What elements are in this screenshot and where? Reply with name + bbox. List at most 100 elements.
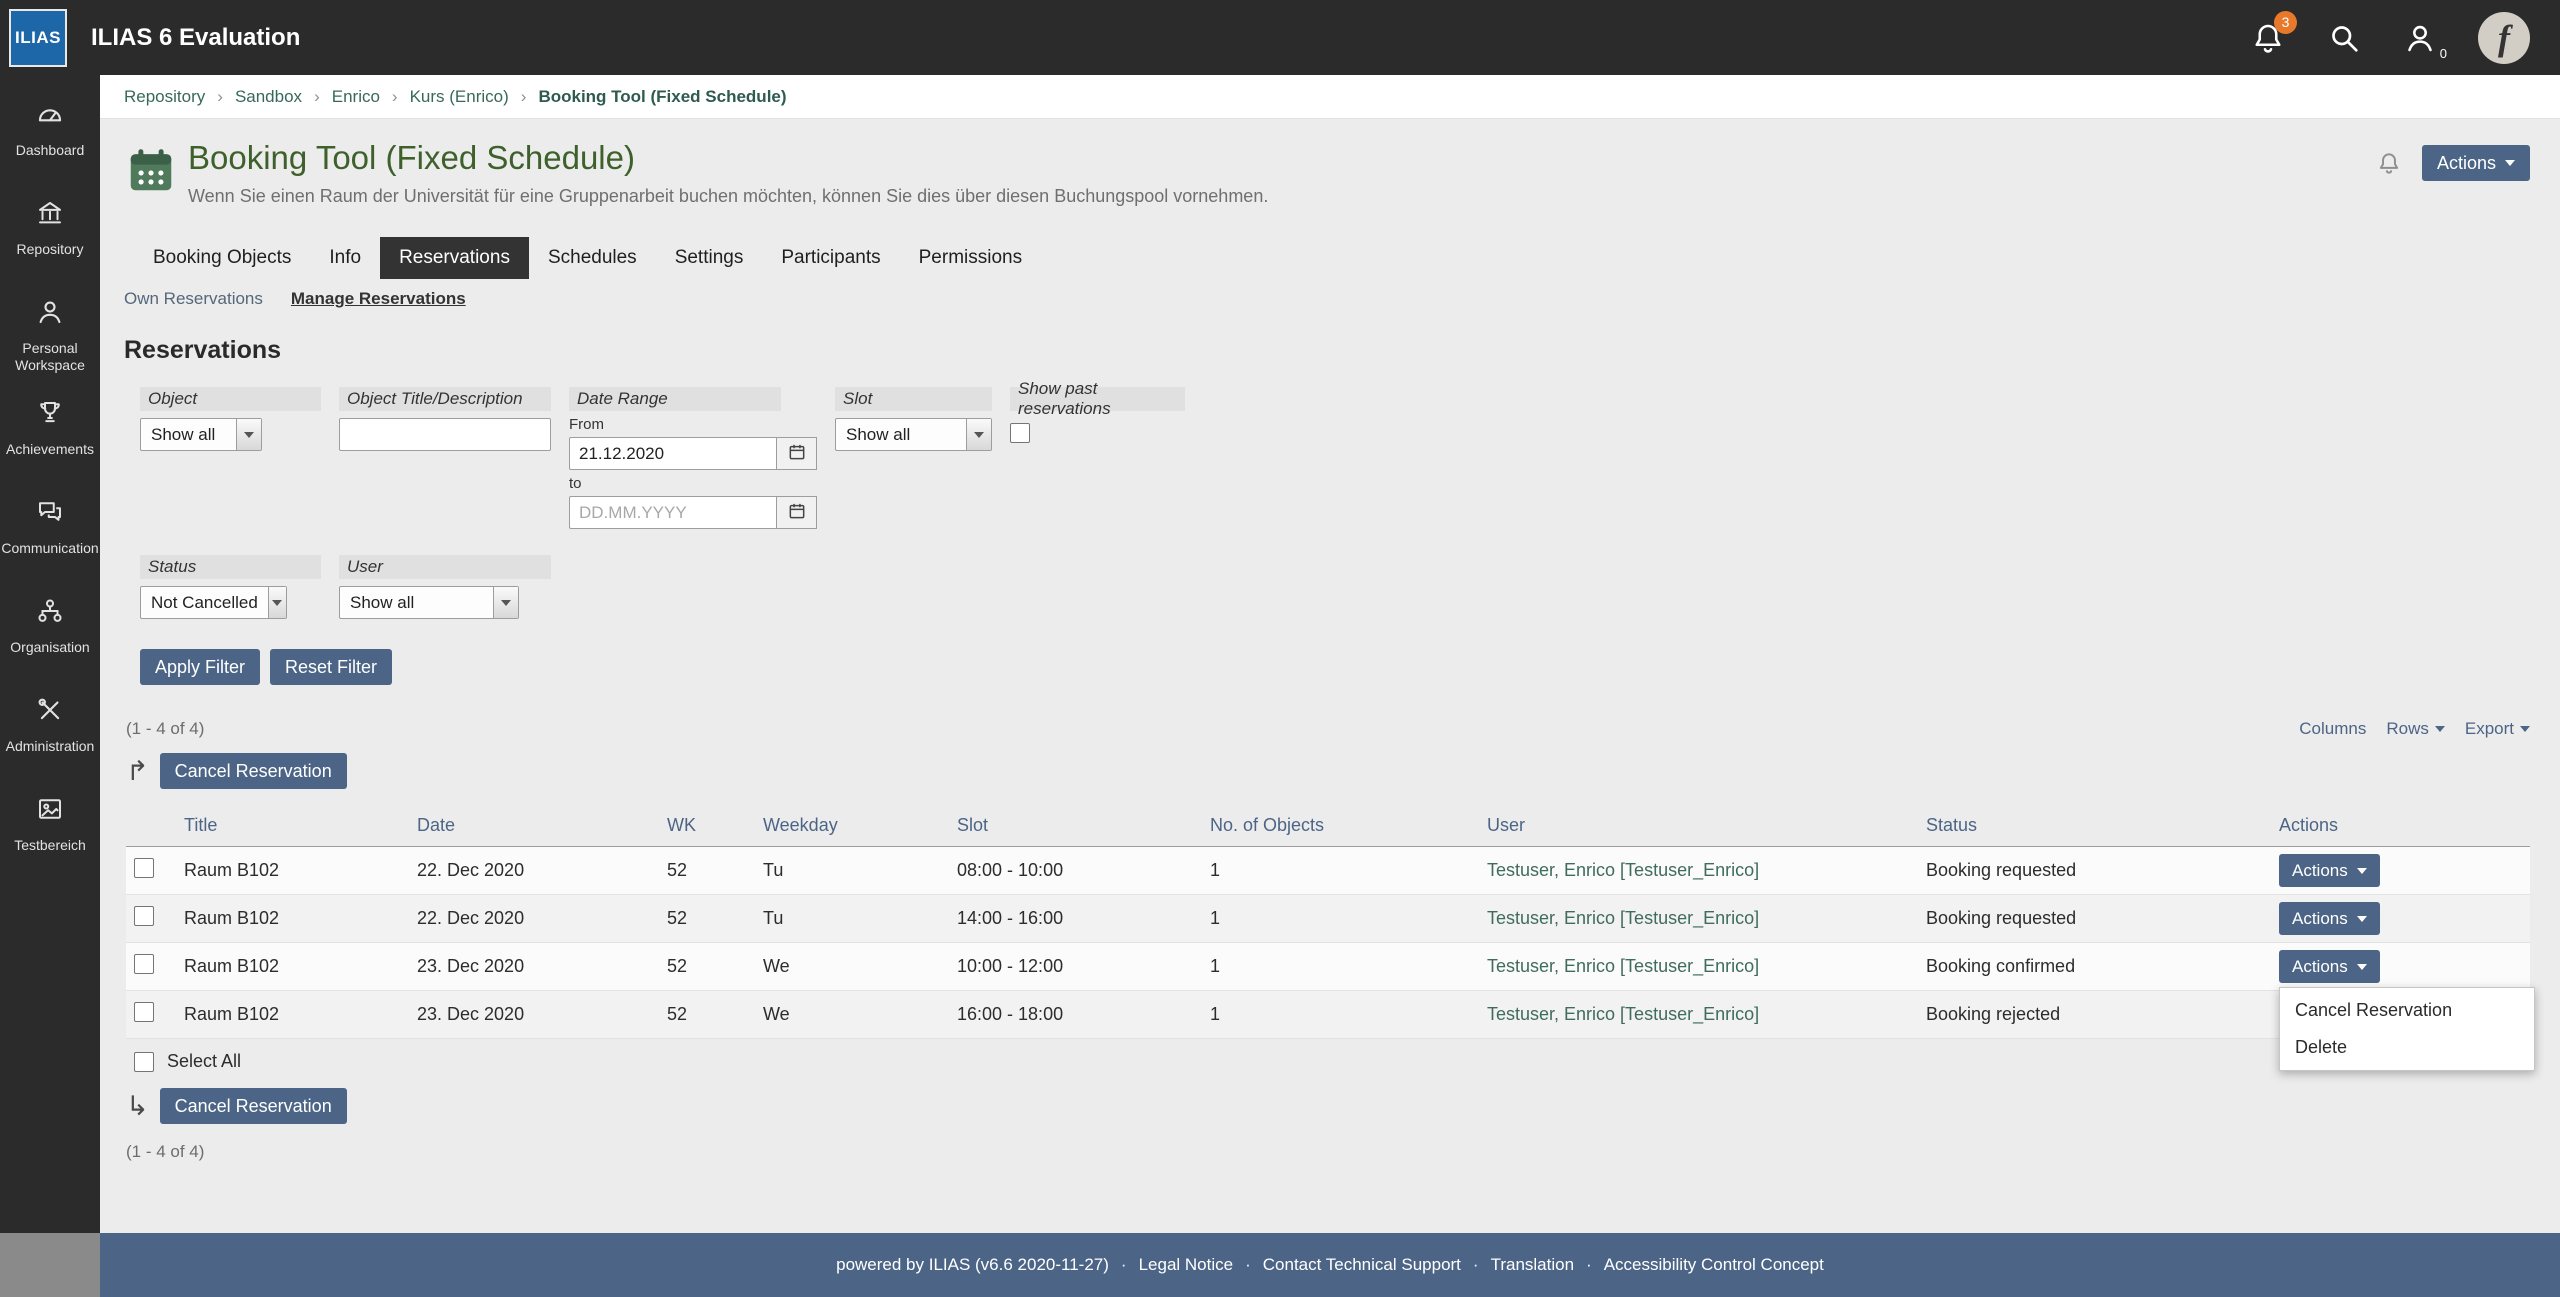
menu-item-delete[interactable]: Delete bbox=[2280, 1029, 2534, 1066]
footer-link-accessibility[interactable]: Accessibility Control Concept bbox=[1604, 1255, 1824, 1275]
row-checkbox[interactable] bbox=[134, 1002, 154, 1022]
reset-filter-button[interactable]: Reset Filter bbox=[270, 649, 393, 685]
user-filter-select[interactable]: Show all bbox=[339, 586, 519, 619]
date-to-input[interactable] bbox=[569, 496, 776, 529]
date-from-calendar-button[interactable] bbox=[776, 437, 817, 470]
status-filter-select[interactable]: Not Cancelled bbox=[140, 586, 287, 619]
breadcrumb-item-repository[interactable]: Repository bbox=[124, 87, 205, 107]
row-checkbox[interactable] bbox=[134, 954, 154, 974]
breadcrumb-separator: › bbox=[314, 86, 320, 106]
columns-label: Columns bbox=[2299, 719, 2367, 738]
breadcrumb-item-enrico[interactable]: Enrico bbox=[332, 87, 380, 107]
apply-filter-label: Apply Filter bbox=[155, 657, 246, 677]
page-actions-label: Actions bbox=[2436, 153, 2496, 173]
sidebar-item-personal-workspace[interactable]: Personal Workspace bbox=[0, 283, 100, 384]
sidebar-item-administration[interactable]: Administration bbox=[0, 681, 100, 780]
row-actions-button-open[interactable]: Actions bbox=[2279, 950, 2380, 983]
sidebar-item-dashboard[interactable]: Dashboard bbox=[0, 85, 100, 184]
status-filter-value: Not Cancelled bbox=[151, 592, 258, 612]
object-title-input[interactable] bbox=[339, 418, 551, 451]
tab-info[interactable]: Info bbox=[310, 237, 380, 279]
breadcrumb-item-current[interactable]: Booking Tool (Fixed Schedule) bbox=[538, 87, 786, 107]
footer-link-legal-notice[interactable]: Legal Notice bbox=[1139, 1255, 1234, 1275]
tab-schedules[interactable]: Schedules bbox=[529, 237, 656, 279]
user-avatar[interactable]: f bbox=[2478, 11, 2530, 64]
tab-participants[interactable]: Participants bbox=[762, 237, 899, 279]
footer-separator: · bbox=[1120, 1255, 1127, 1274]
columns-control[interactable]: Columns bbox=[2299, 719, 2366, 739]
chevron-down-icon bbox=[2434, 726, 2445, 732]
col-header-weekday[interactable]: Weekday bbox=[755, 805, 949, 847]
sidebar-item-label: Personal Workspace bbox=[15, 340, 85, 373]
select-all-checkbox[interactable] bbox=[134, 1051, 154, 1072]
subtab-manage-reservations[interactable]: Manage Reservations bbox=[291, 289, 466, 309]
ilias-logo[interactable]: ILIAS bbox=[9, 8, 67, 67]
show-past-checkbox[interactable] bbox=[1010, 423, 1030, 443]
user-icon bbox=[2402, 25, 2438, 60]
cancel-reservation-button-bottom[interactable]: Cancel Reservation bbox=[159, 1088, 347, 1124]
cell-slot: 08:00 - 10:00 bbox=[949, 846, 1202, 895]
export-control[interactable]: Export bbox=[2465, 719, 2530, 739]
sidebar-item-testbereich[interactable]: Testbereich bbox=[0, 780, 100, 879]
result-count-top: (1 - 4 of 4) bbox=[126, 719, 205, 738]
row-checkbox[interactable] bbox=[134, 906, 154, 926]
date-to-calendar-button[interactable] bbox=[776, 496, 817, 529]
col-header-title[interactable]: Title bbox=[176, 805, 409, 847]
cell-status: Booking confirmed bbox=[1918, 942, 2271, 991]
slot-filter-value: Show all bbox=[846, 424, 911, 444]
breadcrumb-item-sandbox[interactable]: Sandbox bbox=[235, 87, 302, 107]
slot-filter-select[interactable]: Show all bbox=[835, 418, 992, 451]
image-frame-icon bbox=[35, 794, 65, 829]
user-link[interactable]: Testuser, Enrico [Testuser_Enrico] bbox=[1487, 860, 1759, 880]
menu-item-cancel-reservation[interactable]: Cancel Reservation bbox=[2280, 992, 2534, 1029]
object-filter-select[interactable]: Show all bbox=[140, 418, 262, 451]
subtab-own-reservations[interactable]: Own Reservations bbox=[124, 289, 263, 309]
row-checkbox[interactable] bbox=[134, 858, 154, 878]
tab-permissions[interactable]: Permissions bbox=[900, 237, 1041, 279]
tab-reservations[interactable]: Reservations bbox=[380, 237, 529, 279]
sidebar-item-organisation[interactable]: Organisation bbox=[0, 582, 100, 681]
notification-toggle-bell-icon[interactable] bbox=[2376, 150, 2402, 176]
row-actions-button[interactable]: Actions bbox=[2279, 854, 2380, 887]
calendar-icon bbox=[787, 501, 807, 524]
sidebar-item-achievements[interactable]: Achievements bbox=[0, 384, 100, 483]
person-icon bbox=[35, 297, 65, 332]
who-is-online-button[interactable]: 0 bbox=[2402, 20, 2447, 61]
chevron-down-icon bbox=[2505, 160, 2515, 166]
filter-date-range: Date Range From to bbox=[569, 387, 817, 529]
date-from-input[interactable] bbox=[569, 437, 776, 470]
row-actions-button[interactable]: Actions bbox=[2279, 902, 2380, 935]
sidebar-item-repository[interactable]: Repository bbox=[0, 184, 100, 283]
selection-arrow-up-icon: ↱ bbox=[126, 755, 149, 787]
user-link[interactable]: Testuser, Enrico [Testuser_Enrico] bbox=[1487, 908, 1759, 928]
breadcrumb-item-kurs[interactable]: Kurs (Enrico) bbox=[410, 87, 509, 107]
tab-booking-objects[interactable]: Booking Objects bbox=[134, 237, 310, 279]
online-count: 0 bbox=[2439, 45, 2447, 61]
sidebar-item-communication[interactable]: Communication bbox=[0, 483, 100, 582]
notifications-button[interactable]: 3 bbox=[2250, 10, 2297, 56]
search-button[interactable] bbox=[2326, 20, 2362, 56]
chevron-down-icon bbox=[236, 419, 261, 450]
apply-filter-button[interactable]: Apply Filter bbox=[140, 649, 261, 685]
footer-link-translation[interactable]: Translation bbox=[1491, 1255, 1574, 1275]
cancel-reservation-button-top[interactable]: Cancel Reservation bbox=[159, 753, 347, 789]
col-header-objects[interactable]: No. of Objects bbox=[1202, 805, 1479, 847]
footer-separator: · bbox=[1245, 1255, 1251, 1274]
tab-settings[interactable]: Settings bbox=[656, 237, 763, 279]
repository-icon bbox=[35, 198, 65, 233]
cell-date: 23. Dec 2020 bbox=[409, 942, 659, 991]
screen: ILIAS ILIAS 6 Evaluation 3 0 f Dashboard… bbox=[0, 0, 2560, 1297]
filter-object-label: Object bbox=[140, 387, 321, 411]
col-header-wk[interactable]: WK bbox=[659, 805, 755, 847]
rows-control[interactable]: Rows bbox=[2386, 719, 2445, 739]
col-header-user[interactable]: User bbox=[1479, 805, 1918, 847]
col-header-status[interactable]: Status bbox=[1918, 805, 2271, 847]
col-header-date[interactable]: Date bbox=[409, 805, 659, 847]
reservations-table: Title Date WK Weekday Slot No. of Object… bbox=[126, 805, 2535, 1071]
col-header-slot[interactable]: Slot bbox=[949, 805, 1202, 847]
user-link[interactable]: Testuser, Enrico [Testuser_Enrico] bbox=[1487, 1004, 1759, 1024]
footer-separator: · bbox=[1472, 1255, 1479, 1274]
page-actions-button[interactable]: Actions bbox=[2421, 145, 2530, 181]
user-link[interactable]: Testuser, Enrico [Testuser_Enrico] bbox=[1487, 956, 1759, 976]
footer-link-contact-support[interactable]: Contact Technical Support bbox=[1263, 1255, 1461, 1275]
